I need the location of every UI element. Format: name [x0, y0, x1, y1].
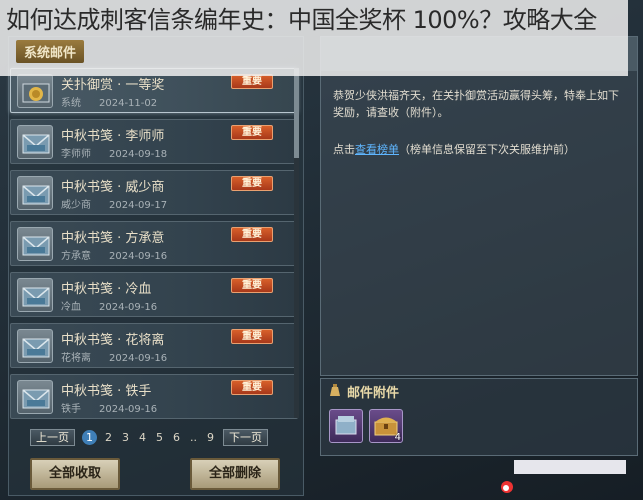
- important-badge: 重要: [231, 329, 273, 344]
- mail-list: 关扑御赏 · 一等奖 系统 2024-11-02 重要 中秋书笺 · 李师师 李师师 202…: [10, 68, 298, 425]
- title-banner: 如何达成刺客信条编年史：中国全奖杯 100%？攻略大全: [0, 0, 628, 76]
- page-number[interactable]: 2: [105, 431, 112, 444]
- banner-title: 如何达成刺客信条编年史：中国全奖杯 100%？攻略大全: [6, 6, 597, 34]
- message-paragraph-link-line: 点击查看榜单（榜单信息保留至下次关服维护前）: [333, 141, 629, 158]
- delete-all-button[interactable]: 全部删除: [190, 458, 280, 490]
- envelope-icon: [17, 125, 53, 159]
- mail-sender: 李师师: [61, 149, 91, 160]
- scrollbar-thumb[interactable]: [294, 68, 299, 158]
- message-suffix: （榜单信息保留至下次关服维护前）: [399, 143, 575, 156]
- watermark-box: [514, 460, 626, 474]
- mail-date: 2024-11-02: [99, 98, 158, 109]
- mail-list-scrollbar[interactable]: [294, 68, 299, 418]
- mail-title: 关扑御赏 · 一等奖: [61, 78, 165, 93]
- mail-date: 2024-09-16: [99, 404, 158, 415]
- mail-sender: 冷血: [61, 302, 81, 313]
- mail-title: 中秋书笺 · 花将离: [61, 333, 165, 348]
- watermark-logo: [500, 458, 640, 496]
- item-count: 4: [394, 432, 401, 443]
- mail-date: 2024-09-16: [99, 302, 158, 313]
- envelope-icon: [17, 227, 53, 261]
- envelope-icon: [17, 176, 53, 210]
- message-panel: 恭贺少侠洪福齐天，在关扑御赏活动赢得头筹，特奉上如下奖励，请查收（附件）。 点击…: [320, 36, 638, 376]
- tab-system-mail[interactable]: 系统邮件: [16, 40, 85, 63]
- mail-meta: 李师师 2024-09-18: [61, 145, 167, 160]
- page-number[interactable]: 3: [122, 431, 129, 444]
- mail-title: 中秋书笺 · 李师师: [61, 129, 165, 144]
- gold-chest-icon: [17, 74, 53, 108]
- attachment-title: 邮件附件: [329, 382, 399, 401]
- mail-sender: 铁手: [61, 404, 81, 415]
- mail-date: 2024-09-17: [109, 200, 168, 211]
- page-number[interactable]: 4: [139, 431, 146, 444]
- mail-date: 2024-09-18: [109, 149, 168, 160]
- important-badge: 重要: [231, 125, 273, 140]
- mail-item[interactable]: 中秋书笺 · 威少商威少商 2024-09-17 重要: [10, 170, 298, 215]
- page-number[interactable]: 1: [82, 429, 97, 445]
- collect-all-button[interactable]: 全部收取: [30, 458, 120, 490]
- message-paragraph: 恭贺少侠洪福齐天，在关扑御赏活动赢得头筹，特奉上如下奖励，请查收（附件）。: [333, 89, 619, 119]
- mail-title: 中秋书笺 · 冷血: [61, 282, 152, 297]
- mail-item[interactable]: 中秋书笺 · 铁手铁手 2024-09-16 重要: [10, 374, 298, 419]
- mail-meta: 铁手 2024-09-16: [61, 400, 157, 415]
- page-ellipsis: ..: [190, 430, 197, 444]
- mail-meta: 冷血 2024-09-16: [61, 298, 157, 313]
- mail-sender: 系统: [61, 98, 81, 109]
- important-badge: 重要: [231, 176, 273, 191]
- bag-icon: [329, 384, 341, 401]
- important-badge: 重要: [231, 278, 273, 293]
- attachment-title-text: 邮件附件: [347, 386, 400, 401]
- mail-meta: 方承意 2024-09-16: [61, 247, 167, 262]
- page-number[interactable]: 9: [207, 431, 214, 444]
- envelope-icon: [17, 380, 53, 414]
- mail-meta: 威少商 2024-09-17: [61, 196, 167, 211]
- important-badge: 重要: [231, 380, 273, 395]
- mail-item[interactable]: 中秋书笺 · 花将离花将离 2024-09-16 重要: [10, 323, 298, 368]
- mail-title: 中秋书笺 · 铁手: [61, 384, 152, 399]
- mail-item[interactable]: 中秋书笺 · 冷血冷血 2024-09-16 重要: [10, 272, 298, 317]
- mail-title: 中秋书笺 · 方承意: [61, 231, 165, 246]
- message-prefix: 点击: [333, 143, 355, 156]
- envelope-icon: [17, 278, 53, 312]
- envelope-icon: [17, 329, 53, 363]
- message-body: 恭贺少侠洪福齐天，在关扑御赏活动赢得头筹，特奉上如下奖励，请查收（附件）。 点击…: [333, 87, 629, 178]
- mail-date: 2024-09-16: [109, 353, 168, 364]
- important-badge: 重要: [231, 74, 273, 89]
- mail-sender: 方承意: [61, 251, 91, 262]
- book-chest-icon[interactable]: [329, 409, 363, 443]
- prev-page-button[interactable]: 上一页: [30, 428, 75, 446]
- view-ranking-link[interactable]: 查看榜单: [355, 143, 399, 156]
- mail-title: 中秋书笺 · 威少商: [61, 180, 165, 195]
- mail-sender: 威少商: [61, 200, 91, 211]
- important-badge: 重要: [231, 227, 273, 242]
- mail-sender: 花将离: [61, 353, 91, 364]
- treasure-chest-icon[interactable]: 4: [369, 409, 403, 443]
- next-page-button[interactable]: 下一页: [223, 428, 268, 446]
- mail-meta: 花将离 2024-09-16: [61, 349, 167, 364]
- pagination: 上一页 1 2 3 4 5 6.. 9 下一页: [30, 428, 268, 446]
- attachment-panel: 邮件附件 4: [320, 378, 638, 456]
- mail-item[interactable]: 中秋书笺 · 方承意方承意 2024-09-16 重要: [10, 221, 298, 266]
- mail-item[interactable]: 中秋书笺 · 李师师李师师 2024-09-18 重要: [10, 119, 298, 164]
- mail-meta: 系统 2024-11-02: [61, 94, 157, 109]
- page-number[interactable]: 5: [156, 431, 163, 444]
- mail-date: 2024-09-16: [109, 251, 168, 262]
- page-number[interactable]: 6: [173, 431, 180, 444]
